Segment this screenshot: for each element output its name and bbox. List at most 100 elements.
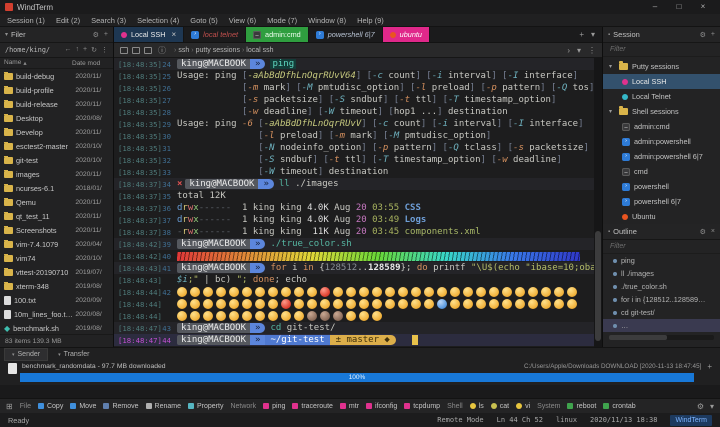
info-icon[interactable]: ⓘ — [158, 45, 166, 56]
terminal-line[interactable]: [18:48:35] 31 [-N nodeinfo_option] [-p pa… — [114, 142, 594, 154]
breadcrumb-segment[interactable]: local ssh — [246, 47, 273, 54]
outline-item[interactable]: ping — [603, 254, 720, 267]
file-row[interactable]: qt_test_11 2020/11/ — [0, 209, 113, 223]
session-item-shell-sessions[interactable]: ▾ Shell sessions — [603, 104, 720, 119]
menu-item-edit[interactable]: Edit (2) — [56, 16, 80, 25]
terminal-line[interactable]: [18:48:35] 32 [-S sndbuf] [-t ttl] [-T ti… — [114, 154, 594, 166]
file-row[interactable]: ◆ benchmark.sh 2019/08/ — [0, 321, 113, 334]
filer-header[interactable]: ▾ Filer ⚙ + — [0, 27, 113, 43]
menu-item-window[interactable]: Window (8) — [308, 16, 346, 25]
download-item[interactable]: benchmark_randomdata - 97.7 MB downloade… — [0, 361, 720, 372]
tab-list-icon[interactable]: ▾ — [591, 30, 595, 39]
filer-settings-icon[interactable]: ⚙ — [93, 31, 99, 39]
toolbar-item-property[interactable]: Property — [188, 403, 223, 410]
terminal-line[interactable]: [18:48:37] 38 - r w x ------ 1 king king 11K A… — [114, 226, 594, 238]
menu-item-session[interactable]: Session (1) — [7, 16, 45, 25]
split-pane-icon[interactable] — [120, 46, 128, 54]
file-row[interactable]: ncurses-6.1 2018/01/ — [0, 181, 113, 195]
column-header-name[interactable]: Name ▴ — [0, 59, 72, 67]
outline-hscrollbar[interactable] — [609, 335, 714, 340]
session-item-local-telnet[interactable]: Local Telnet — [603, 89, 720, 104]
toolbar-item-move[interactable]: Move — [70, 403, 96, 410]
refresh-icon[interactable]: ↻ — [91, 46, 97, 54]
terminal-menu-icon[interactable]: ⋮ — [588, 46, 596, 55]
terminal-line[interactable]: [18:48:35] 33 [-W timeout] destination — [114, 166, 594, 178]
outline-item[interactable]: ll ./images — [603, 267, 720, 280]
menu-item-selection[interactable]: Selection (4) — [137, 16, 179, 25]
transfer-tab-transfer[interactable]: ▾ Transfer — [50, 348, 97, 361]
toolbar-item-crontab[interactable]: crontab — [603, 403, 636, 410]
file-row[interactable]: Develop 2020/11/ — [0, 125, 113, 139]
terminal-line[interactable]: [18:48:37] 37 d r w x ------ 1 king king 4.0K … — [114, 214, 594, 226]
terminal-line[interactable]: [18:48:35] 27 [-s packetsize] [-S sndbuf]… — [114, 94, 594, 106]
file-row[interactable]: vim-7.4.1079 2020/04/ — [0, 237, 113, 251]
terminal-line[interactable]: [18:48:42] 40 — [114, 250, 594, 262]
terminal-line[interactable]: [18:48:35] 30 [-l preload] [-m mark] [-M … — [114, 130, 594, 142]
maximize-button[interactable]: □ — [667, 0, 691, 14]
terminal-line[interactable]: [18:48:37] 35 total 12K — [114, 190, 594, 202]
file-row[interactable]: build-debug 2020/11/ — [0, 69, 113, 83]
outline-panel-header[interactable]: ▪ Outline ⚙ × — [603, 224, 720, 240]
toolbar-item-mtr[interactable]: mtr — [339, 403, 359, 410]
status-brand-badge[interactable]: WindTerm — [670, 414, 712, 426]
session-item-putty-sessions[interactable]: ▾ Putty sessions — [603, 59, 720, 74]
outline-close-icon[interactable]: × — [711, 228, 715, 236]
menu-item-mode[interactable]: Mode (7) — [267, 16, 297, 25]
outline-settings-icon[interactable]: ⚙ — [700, 228, 706, 236]
toolbar-item-cat[interactable]: cat — [490, 403, 509, 410]
minimize-button[interactable]: – — [643, 0, 667, 14]
toolbar-item-ifconfig[interactable]: ifconfig — [366, 403, 397, 410]
session-item-cmd[interactable]: _ cmd — [603, 164, 720, 179]
new-tab-icon[interactable]: + — [579, 30, 584, 39]
session-item-powershell[interactable]: › powershell — [603, 179, 720, 194]
tab-local-ssh[interactable]: Local SSH × — [114, 27, 185, 42]
file-row[interactable]: Qemu 2020/11/ — [0, 195, 113, 209]
new-folder-icon[interactable]: + — [83, 46, 87, 54]
file-row[interactable]: build-profile 2020/11/ — [0, 83, 113, 97]
toolbar-item-remove[interactable]: Remove — [103, 403, 139, 410]
tab-powershell-6-7[interactable]: › powershell 6|7 — [309, 27, 383, 42]
menu-item-goto[interactable]: Goto (5) — [190, 16, 218, 25]
session-filter-input[interactable]: Filter — [603, 43, 720, 57]
up-icon[interactable]: ↑ — [76, 46, 80, 54]
toolbar-item-rename[interactable]: Rename — [145, 403, 181, 410]
toolbar-item-copy[interactable]: Copy — [37, 403, 63, 410]
file-row[interactable]: build-release 2020/11/ — [0, 97, 113, 111]
file-row[interactable]: 100.txt 2020/09/ — [0, 293, 113, 307]
toolbar-settings-icon[interactable]: ⚙ — [697, 402, 704, 411]
hscrollbar-thumb[interactable] — [609, 335, 667, 340]
outline-filter-input[interactable]: Filter — [603, 240, 720, 254]
session-item-powershell-6-7[interactable]: › powershell 6|7 — [603, 194, 720, 209]
file-row[interactable]: xterm-348 2019/08/ — [0, 279, 113, 293]
toolbar-item-tcpdump[interactable]: tcpdump — [404, 403, 440, 410]
session-item-admin-powershell[interactable]: › admin:powershell — [603, 134, 720, 149]
pane-layout-icon[interactable] — [132, 46, 140, 54]
menu-item-search[interactable]: Search (3) — [91, 16, 126, 25]
terminal-line[interactable]: [18:48:42] 39 king@MACBOOK» ./true_color.sh — [114, 238, 594, 250]
terminal-line[interactable]: [18:48:43] $i ;" | bc) "; done; echo — [114, 274, 594, 286]
terminal-line[interactable]: [18:48:43] 41 king@MACBOOK» for i in {12851… — [114, 262, 594, 274]
terminal-line[interactable]: [18:48:35] 29 Usage: ping -6 [-aAbBdDfhLnO… — [114, 118, 594, 130]
terminal-line[interactable]: [18:48:44] — [114, 298, 594, 310]
session-item-ubuntu[interactable]: Ubuntu — [603, 209, 720, 224]
terminal-line[interactable]: [18:48:35] 24 king@MACBOOK» ping — [114, 58, 594, 70]
file-row[interactable]: images 2020/11/ — [0, 167, 113, 181]
more-menu-icon[interactable]: ⋮ — [101, 46, 108, 54]
terminal-output[interactable]: [18:48:35] 24 king@MACBOOK» ping [18:48:35] 2… — [114, 58, 594, 347]
terminal-line[interactable]: [18:48:35] 25 Usage: ping [-aAbBdDfhLnOqrR… — [114, 70, 594, 82]
back-icon[interactable]: ← — [65, 46, 72, 54]
terminal-line[interactable]: [18:48:35] 26 [-m mark] [-M pmtudisc_opti… — [114, 82, 594, 94]
terminal-line[interactable]: [18:48:47] 44 king@MACBOOK» ~/git-test ± mas… — [114, 334, 594, 346]
file-row[interactable]: 10m_lines_foo.t… 2020/08/ — [0, 307, 113, 321]
terminal-line[interactable]: [18:48:47] 43 king@MACBOOK» cd git-test/ — [114, 322, 594, 334]
file-row[interactable]: vim74 2020/10/ — [0, 251, 113, 265]
expand-icon[interactable]: ▾ — [609, 108, 615, 115]
toolbar-item-reboot[interactable]: reboot — [567, 403, 596, 410]
status-os[interactable]: linux — [556, 416, 577, 424]
terminal-line[interactable]: [18:48:37] 36 d r w x ------ 1 king king 4.0K … — [114, 202, 594, 214]
session-item-local-ssh[interactable]: Local SSH — [603, 74, 720, 89]
column-header-date[interactable]: Date mod — [72, 60, 113, 67]
outline-item[interactable]: for i in {128512..128589… — [603, 293, 720, 306]
file-row[interactable]: git-test 2020/10/ — [0, 153, 113, 167]
terminal-scrollbar[interactable] — [594, 58, 602, 347]
